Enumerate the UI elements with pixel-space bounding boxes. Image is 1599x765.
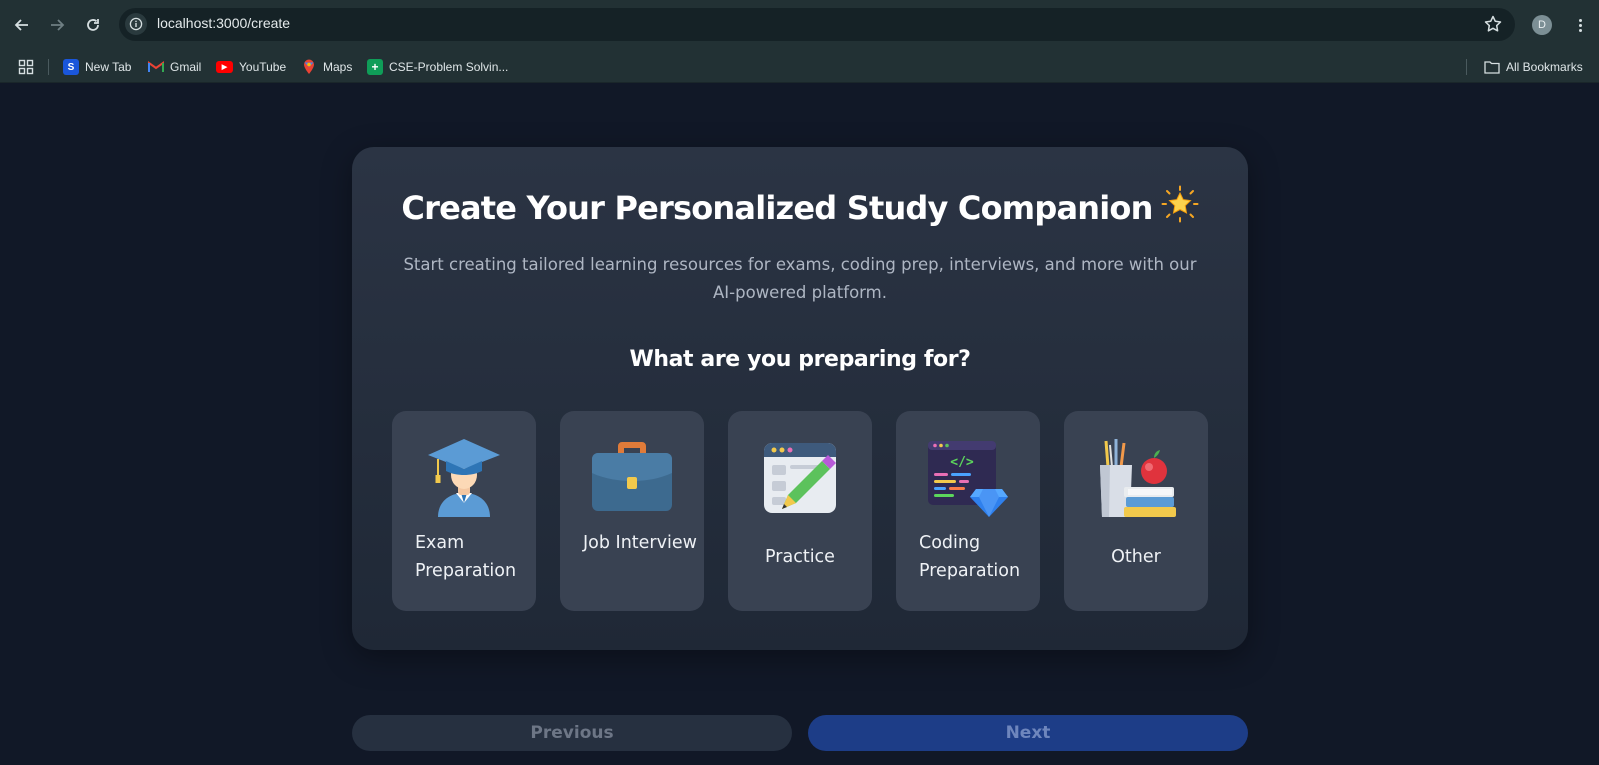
option-coding-preparation[interactable]: </> Coding Preparation	[896, 411, 1040, 611]
bookmark-gmail[interactable]: Gmail	[148, 58, 201, 76]
back-arrow-icon	[14, 19, 28, 31]
gmail-icon	[148, 59, 164, 75]
reload-icon	[87, 19, 99, 31]
next-button[interactable]: Next	[808, 715, 1248, 751]
reload-button[interactable]	[81, 13, 105, 37]
svg-text:</>: </>	[950, 455, 974, 470]
option-other[interactable]: Other	[1064, 411, 1208, 611]
study-companion-card: Create Your Personalized Study Companion…	[352, 147, 1248, 650]
page-title-text: Create Your Personalized Study Companion	[401, 189, 1153, 227]
youtube-icon: ▶	[216, 61, 233, 73]
apps-grid-icon[interactable]	[18, 58, 34, 76]
folder-icon	[1484, 61, 1500, 74]
option-practice[interactable]: Practice	[728, 411, 872, 611]
address-bar[interactable]: localhost:3000/create	[119, 8, 1515, 41]
page-subtitle: Start creating tailored learning resourc…	[403, 255, 1197, 302]
bookmark-new-tab[interactable]: S New Tab	[63, 58, 131, 76]
bookmark-label: Maps	[323, 60, 353, 74]
browser-toolbar: localhost:3000/create D	[0, 0, 1599, 50]
books-apple-icon	[1092, 433, 1180, 521]
previous-button[interactable]: Previous	[352, 715, 792, 751]
preparation-question: What are you preparing for?	[629, 347, 971, 372]
forward-arrow-icon	[51, 19, 65, 31]
preparation-options: Exam Preparation Job Interview Practice …	[392, 411, 1208, 611]
bookmark-youtube[interactable]: ▶ YouTube	[216, 58, 286, 76]
option-label: Job Interview	[583, 533, 697, 553]
practice-pencil-icon	[756, 433, 844, 521]
glowing-star-icon	[1161, 185, 1199, 231]
profile-avatar[interactable]: D	[1532, 15, 1552, 35]
new-tab-icon: S	[63, 59, 79, 75]
forward-button[interactable]	[45, 13, 69, 37]
browser-menu-icon[interactable]	[1570, 15, 1590, 35]
option-label: Exam Preparation	[415, 533, 517, 581]
page-title: Create Your Personalized Study Companion	[352, 185, 1248, 231]
bookmarks-divider	[48, 59, 49, 75]
option-label: Practice	[765, 547, 835, 567]
site-info-icon[interactable]	[125, 13, 147, 35]
bookmarks-divider	[1466, 59, 1467, 75]
graduate-icon	[420, 433, 508, 521]
bookmark-maps[interactable]: Maps	[301, 58, 352, 76]
option-exam-preparation[interactable]: Exam Preparation	[392, 411, 536, 611]
bookmark-label: Gmail	[170, 60, 202, 74]
all-bookmarks[interactable]: All Bookmarks	[1484, 58, 1583, 76]
all-bookmarks-label: All Bookmarks	[1506, 60, 1583, 74]
option-label: Other	[1111, 547, 1161, 567]
bookmark-label: YouTube	[239, 60, 287, 74]
sheets-icon: +	[367, 59, 383, 75]
url-text[interactable]: localhost:3000/create	[157, 15, 290, 31]
back-button[interactable]	[10, 13, 34, 37]
maps-icon	[301, 59, 317, 75]
briefcase-icon	[588, 433, 676, 521]
bookmark-cse-problem[interactable]: + CSE-Problem Solvin...	[367, 58, 508, 76]
option-label: Coding Preparation	[919, 533, 1021, 581]
option-job-interview[interactable]: Job Interview	[560, 411, 704, 611]
bookmarks-bar: S New Tab Gmail ▶ YouTube Maps + CSE-Pro…	[0, 50, 1599, 83]
bookmark-label: New Tab	[85, 60, 132, 74]
bookmark-star-icon[interactable]	[1483, 14, 1503, 38]
code-gem-icon: </>	[924, 433, 1012, 521]
bookmark-label: CSE-Problem Solvin...	[389, 60, 509, 74]
